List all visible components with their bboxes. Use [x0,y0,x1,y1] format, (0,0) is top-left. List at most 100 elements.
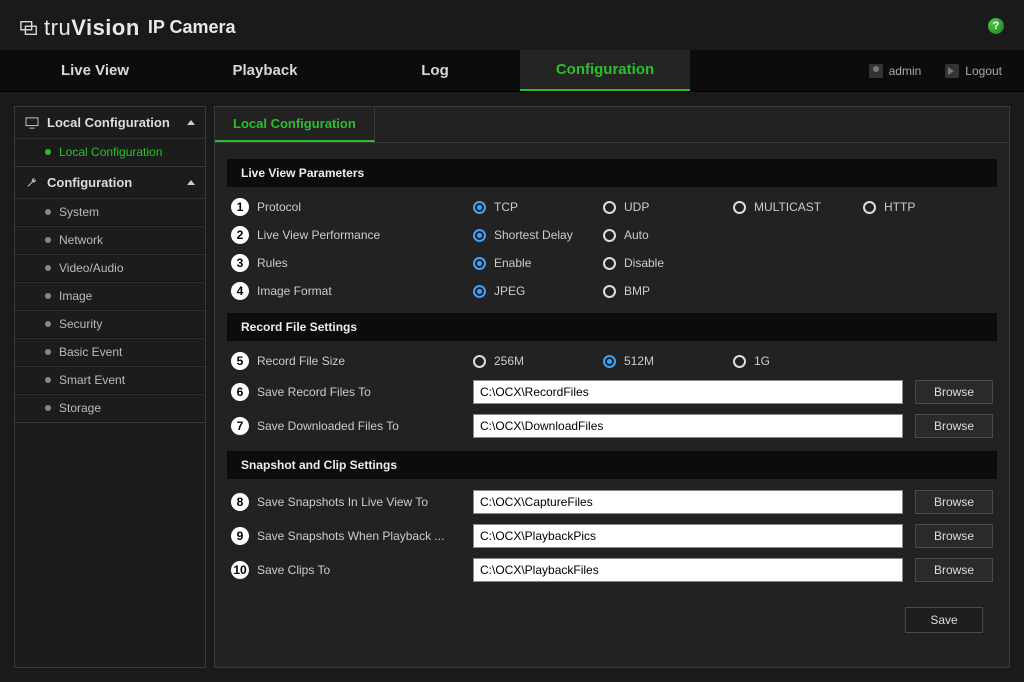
row-save-snapshots-live: 8 Save Snapshots In Live View To Browse [227,485,997,519]
radio-icon [733,201,746,214]
callout-3: 3 [231,254,249,272]
callout-10: 10 [231,561,249,579]
nav-tab-log[interactable]: Log [350,50,520,91]
section-snapshot-clip-settings: Snapshot and Clip Settings [227,451,997,479]
nav-tab-playback[interactable]: Playback [180,50,350,91]
radio-protocol-http[interactable]: HTTP [863,200,993,214]
input-record-files-path[interactable] [473,380,903,404]
user-area[interactable]: admin [857,50,934,91]
callout-8: 8 [231,493,249,511]
radio-icon [603,201,616,214]
input-snapshots-playback-path[interactable] [473,524,903,548]
logout-button[interactable]: Logout [933,50,1014,91]
callout-1: 1 [231,198,249,216]
radio-rules-enable[interactable]: Enable [473,256,603,270]
bullet-icon [45,237,51,243]
brand-subtitle: IP Camera [148,17,236,38]
input-clips-path[interactable] [473,558,903,582]
bullet-icon [45,149,51,155]
radio-protocol-udp[interactable]: UDP [603,200,733,214]
radio-format-jpeg[interactable]: JPEG [473,284,603,298]
monitor-icon [25,117,39,129]
sidebar-item-local-configuration[interactable]: Local Configuration [15,138,205,166]
callout-5: 5 [231,352,249,370]
radio-format-bmp[interactable]: BMP [603,284,733,298]
row-save-snapshots-playback: 9 Save Snapshots When Playback ... Brows… [227,519,997,553]
bullet-icon [45,265,51,271]
radio-icon [733,355,746,368]
callout-4: 4 [231,282,249,300]
radio-size-256m[interactable]: 256M [473,354,603,368]
row-live-view-performance: 2 Live View Performance Shortest Delay A… [227,221,997,249]
radio-rules-disable[interactable]: Disable [603,256,733,270]
radio-perf-auto[interactable]: Auto [603,228,733,242]
callout-7: 7 [231,417,249,435]
wrench-icon [25,177,39,189]
input-snapshots-live-path[interactable] [473,490,903,514]
browse-clips[interactable]: Browse [915,558,993,582]
bullet-icon [45,293,51,299]
input-downloaded-files-path[interactable] [473,414,903,438]
browse-snapshots-playback[interactable]: Browse [915,524,993,548]
radio-protocol-tcp[interactable]: TCP [473,200,603,214]
row-save-downloaded-files: 7 Save Downloaded Files To Browse [227,409,997,443]
radio-icon [603,257,616,270]
row-save-record-files: 6 Save Record Files To Browse [227,375,997,409]
sidebar-item-video-audio[interactable]: Video/Audio [15,254,205,282]
row-image-format: 4 Image Format JPEG BMP [227,277,997,305]
content-area: Local Configuration Live View Parameters… [214,106,1010,668]
sidebar-section-configuration[interactable]: Configuration [15,167,205,198]
sidebar-item-basic-event[interactable]: Basic Event [15,338,205,366]
radio-icon [863,201,876,214]
username: admin [889,64,922,78]
browse-downloaded-files[interactable]: Browse [915,414,993,438]
logout-icon [945,64,959,78]
user-icon [869,64,883,78]
radio-icon [473,257,486,270]
save-button[interactable]: Save [905,607,983,633]
sidebar-item-security[interactable]: Security [15,310,205,338]
sidebar-item-storage[interactable]: Storage [15,394,205,422]
row-protocol: 1 Protocol TCP UDP MULTICAST HTTP [227,193,997,221]
radio-perf-shortest-delay[interactable]: Shortest Delay [473,228,603,242]
callout-6: 6 [231,383,249,401]
radio-size-1g[interactable]: 1G [733,354,863,368]
browse-snapshots-live[interactable]: Browse [915,490,993,514]
radio-icon [603,285,616,298]
row-record-file-size: 5 Record File Size 256M 512M 1G [227,347,997,375]
content-tab-local-configuration[interactable]: Local Configuration [215,107,375,142]
sidebar-section-local-configuration[interactable]: Local Configuration [15,107,205,138]
sidebar-item-system[interactable]: System [15,198,205,226]
radio-protocol-multicast[interactable]: MULTICAST [733,200,863,214]
browse-record-files[interactable]: Browse [915,380,993,404]
radio-icon [473,285,486,298]
nav-tab-live-view[interactable]: Live View [10,50,180,91]
chevron-up-icon [187,120,195,125]
radio-icon [603,229,616,242]
row-save-clips: 10 Save Clips To Browse [227,553,997,587]
main-nav: Live View Playback Log Configuration adm… [0,50,1024,92]
radio-icon [473,201,486,214]
brand-text: truVision [44,15,140,41]
bullet-icon [45,349,51,355]
sidebar: Local Configuration Local Configuration … [14,106,206,668]
bullet-icon [45,321,51,327]
radio-icon [603,355,616,368]
section-record-file-settings: Record File Settings [227,313,997,341]
help-icon[interactable]: ? [988,18,1004,34]
radio-icon [473,229,486,242]
sidebar-item-smart-event[interactable]: Smart Event [15,366,205,394]
sidebar-item-image[interactable]: Image [15,282,205,310]
section-live-view-parameters: Live View Parameters [227,159,997,187]
sidebar-item-network[interactable]: Network [15,226,205,254]
app-header: truVision IP Camera ? [0,0,1024,50]
row-rules: 3 Rules Enable Disable [227,249,997,277]
radio-size-512m[interactable]: 512M [603,354,733,368]
callout-9: 9 [231,527,249,545]
callout-2: 2 [231,226,249,244]
logo-icon [20,19,38,37]
chevron-up-icon [187,180,195,185]
bullet-icon [45,209,51,215]
nav-tab-configuration[interactable]: Configuration [520,50,690,91]
bullet-icon [45,405,51,411]
